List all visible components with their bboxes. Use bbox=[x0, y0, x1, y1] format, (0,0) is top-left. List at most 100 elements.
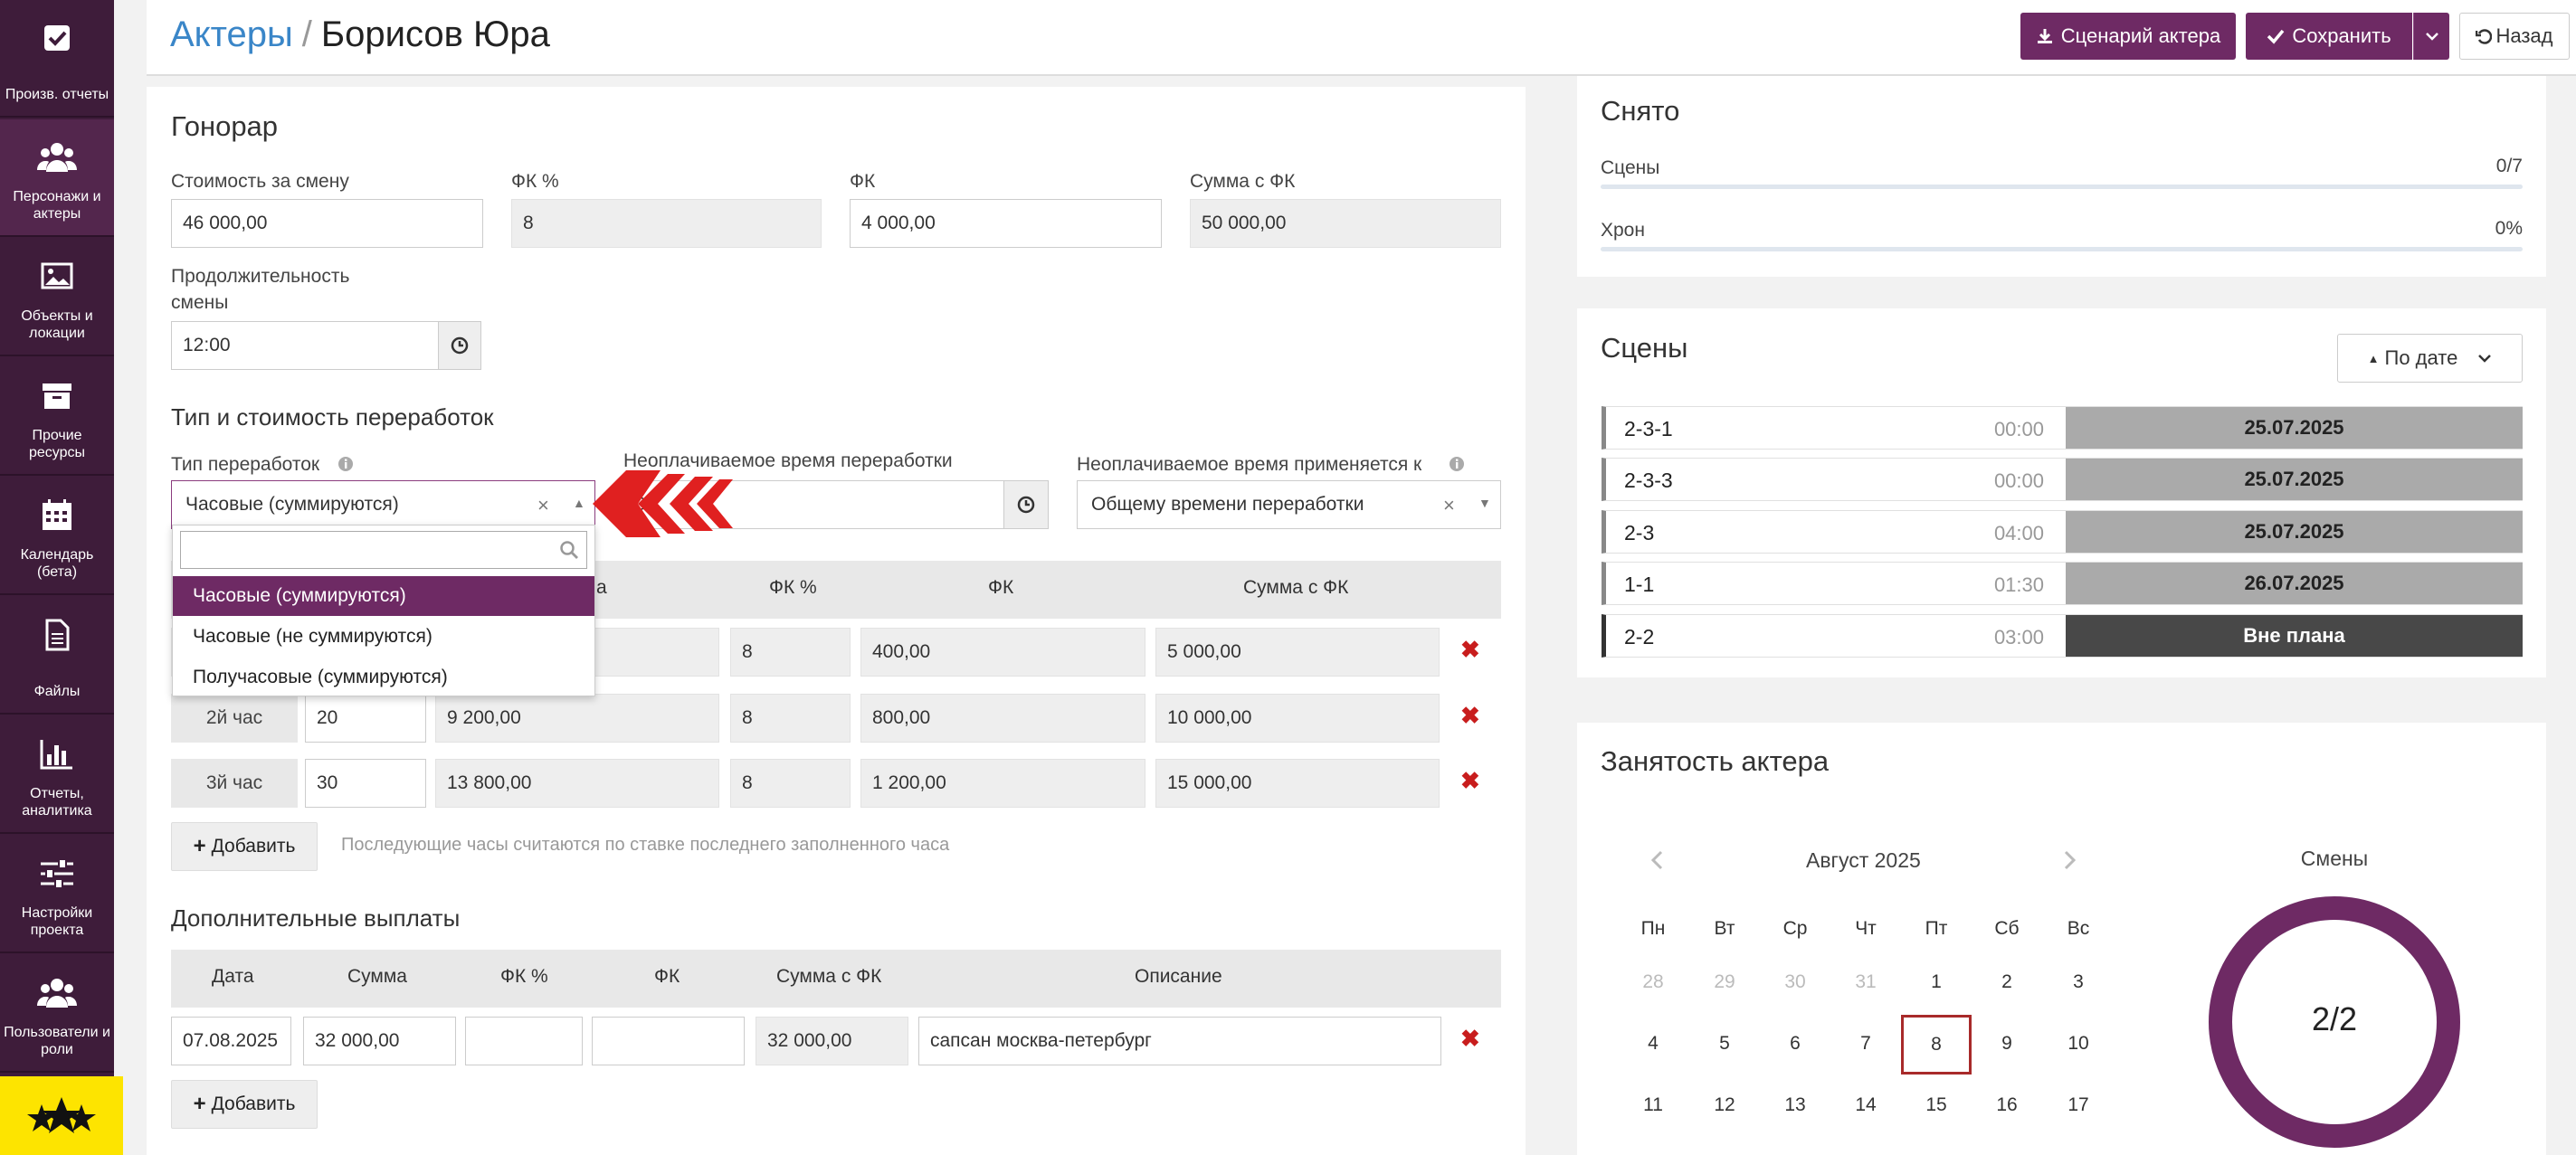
calendar-day[interactable]: 28 bbox=[1619, 971, 1687, 993]
overtime-col-sum: а bbox=[596, 577, 607, 598]
actor-script-button[interactable]: Сценарий актера bbox=[2020, 13, 2236, 60]
duration-clock-button[interactable] bbox=[438, 321, 481, 370]
calendar-day[interactable]: 13 bbox=[1761, 1094, 1830, 1116]
dropdown-option-hourly-not-summed[interactable]: Часовые (не суммируются) bbox=[173, 617, 594, 657]
scene-time: 03:00 bbox=[1993, 626, 2044, 649]
sidebar-item-label: Отчеты, аналитика bbox=[22, 786, 92, 819]
shift-cost-input[interactable]: 46 000,00 bbox=[171, 199, 483, 248]
sort-by-date-button[interactable]: ▲ По дате bbox=[2337, 334, 2523, 383]
extra-description-input[interactable]: сапсан москва-петербург bbox=[918, 1017, 1441, 1065]
scene-name: 2-3-1 bbox=[1624, 417, 1673, 440]
scene-name: 2-2 bbox=[1624, 625, 1655, 649]
clear-icon[interactable]: × bbox=[1443, 494, 1455, 517]
sidebar-item-calendar[interactable]: Календарь (бета) bbox=[0, 478, 114, 595]
add-overtime-label: Добавить bbox=[211, 836, 296, 857]
calendar-day[interactable]: 15 bbox=[1902, 1094, 1971, 1116]
row-sum-value: 13 800,00 bbox=[435, 759, 719, 808]
row-pct-input[interactable]: 20 bbox=[305, 694, 426, 743]
add-overtime-button[interactable]: + Добавить bbox=[171, 822, 318, 871]
info-icon[interactable] bbox=[337, 455, 355, 473]
breadcrumb-actors-link[interactable]: Актеры bbox=[170, 14, 293, 54]
extra-fk-pct-input[interactable] bbox=[465, 1017, 583, 1065]
calendar-day[interactable]: 31 bbox=[1831, 971, 1900, 993]
sidebar-item-locations[interactable]: Объекты и локации bbox=[0, 239, 114, 356]
fk-label: ФК bbox=[850, 171, 876, 192]
breadcrumb-separator: / bbox=[301, 14, 312, 54]
save-dropdown-toggle[interactable] bbox=[2413, 13, 2449, 60]
calendar-day[interactable]: 12 bbox=[1690, 1094, 1759, 1116]
sidebar-item-reports[interactable]: Произв. отчеты bbox=[0, 0, 114, 118]
chevron-left-icon[interactable] bbox=[1649, 849, 1665, 871]
extra-fk-input[interactable] bbox=[592, 1017, 745, 1065]
calendar-day[interactable]: 7 bbox=[1831, 1033, 1900, 1055]
fk-input[interactable]: 4 000,00 bbox=[850, 199, 1162, 248]
sidebar-item-analytics[interactable]: Отчеты, аналитика bbox=[0, 716, 114, 834]
extra-total-value: 32 000,00 bbox=[756, 1017, 908, 1065]
calendar-weekday: Вт bbox=[1714, 918, 1735, 939]
shift-duration-input[interactable]: 12:00 bbox=[171, 321, 439, 370]
caret-down-icon[interactable]: ▼ bbox=[1478, 496, 1491, 510]
delete-row-icon[interactable]: ✖ bbox=[1460, 1025, 1480, 1053]
add-extra-payment-button[interactable]: + Добавить bbox=[171, 1080, 318, 1129]
calendar-day[interactable]: 2 bbox=[1972, 971, 2041, 993]
chevron-right-icon[interactable] bbox=[2062, 849, 2078, 871]
scene-row[interactable]: 2-2 03:00 Вне плана bbox=[1602, 614, 2523, 658]
row-pct-input[interactable]: 30 bbox=[305, 759, 426, 808]
calendar-day-selected[interactable]: 8 bbox=[1901, 1015, 1972, 1075]
save-button[interactable]: Сохранить bbox=[2246, 13, 2412, 60]
back-button[interactable]: Назад bbox=[2459, 13, 2570, 60]
scene-date: 25.07.2025 bbox=[2066, 511, 2523, 553]
calendar-day[interactable]: 30 bbox=[1761, 971, 1830, 993]
sidebar-item-characters[interactable]: Персонажи и актеры bbox=[0, 119, 114, 237]
scene-row[interactable]: 2-3-1 00:00 25.07.2025 bbox=[1602, 406, 2523, 450]
calendar-day[interactable]: 10 bbox=[2044, 1033, 2113, 1055]
check-icon bbox=[2267, 29, 2285, 44]
calendar-day[interactable]: 29 bbox=[1690, 971, 1759, 993]
calendar-day[interactable]: 6 bbox=[1761, 1033, 1830, 1055]
calendar-day[interactable]: 4 bbox=[1619, 1033, 1687, 1055]
delete-row-icon[interactable]: ✖ bbox=[1460, 702, 1480, 730]
scene-row[interactable]: 2-3-3 00:00 25.07.2025 bbox=[1602, 458, 2523, 501]
row-fk-pct-value: 8 bbox=[730, 628, 851, 677]
calendar-day[interactable]: 3 bbox=[2044, 971, 2113, 993]
sort-label: По дате bbox=[2384, 346, 2458, 369]
sidebar-item-resources[interactable]: Прочие ресурсы bbox=[0, 358, 114, 476]
unpaid-clock-button[interactable] bbox=[1003, 480, 1049, 529]
dropdown-option-hourly-summed[interactable]: Часовые (суммируются) bbox=[173, 576, 594, 616]
logo[interactable] bbox=[0, 1076, 123, 1155]
dropdown-option-half-hourly-summed[interactable]: Получасовые (суммируются) bbox=[173, 658, 594, 697]
add-extra-label: Добавить bbox=[211, 1093, 296, 1114]
filmed-chron-value: 0% bbox=[2495, 218, 2523, 239]
calendar-day[interactable]: 16 bbox=[1972, 1094, 2041, 1116]
actor-busy-title: Занятость актера bbox=[1601, 745, 1830, 777]
calendar-day[interactable]: 14 bbox=[1831, 1094, 1900, 1116]
extra-date-input[interactable]: 07.08.2025 bbox=[171, 1017, 291, 1065]
caret-up-icon[interactable]: ▲ bbox=[573, 496, 585, 510]
extra-payments-title: Дополнительные выплаты bbox=[171, 904, 461, 932]
scene-time: 01:30 bbox=[1993, 573, 2044, 596]
search-icon bbox=[560, 541, 578, 559]
stars-logo-icon bbox=[27, 1096, 96, 1133]
clear-icon[interactable]: × bbox=[537, 494, 549, 517]
calendar-day[interactable]: 1 bbox=[1902, 971, 1971, 993]
info-icon[interactable] bbox=[1448, 455, 1466, 473]
sidebar-item-files[interactable]: Файлы bbox=[0, 597, 114, 715]
extra-sum-input[interactable]: 32 000,00 bbox=[303, 1017, 456, 1065]
scene-row[interactable]: 1-1 01:30 26.07.2025 bbox=[1602, 562, 2523, 605]
overtime-type-select[interactable]: Часовые (суммируются) × ▲ bbox=[171, 480, 595, 529]
plus-icon: + bbox=[193, 834, 206, 858]
sidebar-item-users[interactable]: Пользователи и роли bbox=[0, 955, 114, 1073]
calendar-day[interactable]: 17 bbox=[2044, 1094, 2113, 1116]
scene-row[interactable]: 2-3 04:00 25.07.2025 bbox=[1602, 510, 2523, 554]
overtime-type-dropdown: Часовые (суммируются) Часовые (не суммир… bbox=[172, 525, 595, 696]
calendar-weekday: Пт bbox=[1925, 918, 1948, 939]
delete-row-icon[interactable]: ✖ bbox=[1460, 636, 1480, 664]
unpaid-applies-select[interactable]: Общему времени переработки × ▼ bbox=[1077, 480, 1501, 529]
calendar-day[interactable]: 5 bbox=[1690, 1033, 1759, 1055]
sidebar-item-settings[interactable]: Настройки проекта bbox=[0, 836, 114, 953]
calendar-day[interactable]: 11 bbox=[1619, 1094, 1687, 1116]
calendar-day[interactable]: 9 bbox=[1972, 1033, 2041, 1055]
delete-row-icon[interactable]: ✖ bbox=[1460, 767, 1480, 795]
dropdown-search-input[interactable] bbox=[180, 531, 587, 569]
overtime-hint: Последующие часы считаются по ставке пос… bbox=[341, 835, 950, 855]
